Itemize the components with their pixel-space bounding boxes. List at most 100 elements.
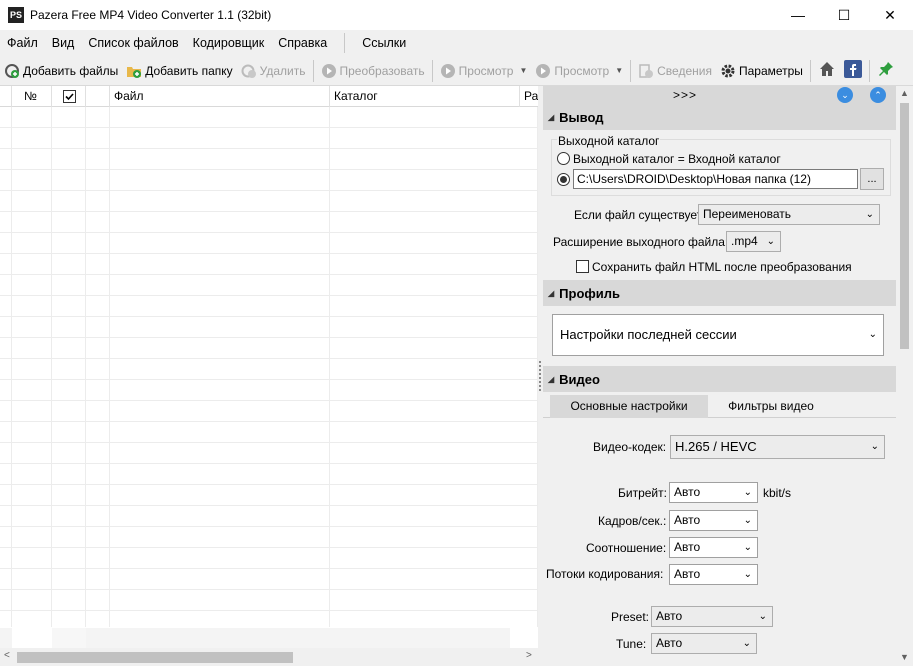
video-section-header[interactable]: ◢ Видео — [543, 366, 896, 392]
add-folder-button[interactable]: Добавить папку — [122, 58, 236, 84]
radio-same-as-input[interactable] — [557, 152, 570, 165]
window-controls: — ☐ ✕ — [775, 0, 913, 30]
preview-button-2[interactable]: Просмотр — [531, 58, 613, 84]
grid-column — [110, 107, 330, 627]
horizontal-scrollbar[interactable]: < > — [0, 648, 538, 666]
file-list-grid[interactable]: № Файл Каталог Ра — [0, 86, 538, 648]
convert-button[interactable]: Преобразовать — [317, 58, 429, 84]
facebook-button[interactable] — [840, 58, 866, 84]
codec-value: H.265 / HEVC — [675, 439, 757, 454]
expand-all-icon[interactable]: ⌃ — [870, 87, 886, 103]
table-row — [0, 169, 538, 170]
profile-section-title: Профиль — [559, 285, 620, 301]
info-button[interactable]: Сведения — [634, 58, 716, 84]
fps-select[interactable]: Авто ⌄ — [669, 510, 758, 531]
table-row — [0, 589, 538, 590]
column-header-number[interactable]: № — [12, 86, 52, 107]
scroll-down-icon[interactable]: ▼ — [900, 652, 909, 662]
radio-same-as-input-label[interactable]: Выходной каталог = Входной каталог — [573, 152, 781, 166]
tune-value: Авто — [656, 636, 683, 650]
aspect-value: Авто — [674, 540, 701, 554]
vertical-scroll-thumb[interactable] — [900, 103, 909, 349]
grid-footer-cell — [52, 628, 86, 648]
tab-video-filters[interactable]: Фильтры видео — [708, 395, 834, 418]
table-row — [0, 568, 538, 569]
if-exists-select[interactable]: Переименовать ⌄ — [698, 204, 880, 225]
grid-column — [52, 107, 86, 627]
tune-label: Tune: — [616, 637, 647, 651]
pin-button[interactable] — [873, 58, 899, 84]
output-section-header[interactable]: ◢ Вывод — [543, 104, 896, 130]
home-button[interactable] — [814, 58, 840, 84]
panel-top-bar: >>> ⌄ ⌃ — [543, 86, 896, 104]
chevron-down-icon[interactable]: ▼ — [615, 66, 623, 75]
play-icon — [535, 63, 551, 79]
extension-select[interactable]: .mp4 ⌄ — [726, 231, 781, 252]
expand-panel-button[interactable]: >>> — [673, 88, 697, 102]
table-row — [0, 400, 538, 401]
settings-label: Параметры — [738, 63, 803, 78]
tab-basic-settings[interactable]: Основные настройки — [550, 395, 708, 418]
menu-links[interactable]: Ссылки — [355, 36, 413, 50]
convert-icon — [321, 63, 337, 79]
column-header-check[interactable] — [52, 86, 86, 107]
table-row — [0, 526, 538, 527]
chevron-down-icon: ⌄ — [766, 236, 775, 247]
profile-select[interactable]: Настройки последней сессии ⌄ — [552, 314, 884, 356]
bitrate-select[interactable]: Авто ⌄ — [669, 482, 758, 503]
maximize-button[interactable]: ☐ — [821, 0, 867, 30]
menu-view[interactable]: Вид — [45, 36, 82, 50]
save-html-checkbox[interactable] — [576, 260, 589, 273]
scroll-left-icon[interactable]: < — [4, 650, 10, 661]
table-row — [0, 379, 538, 380]
menu-help[interactable]: Справка — [271, 36, 334, 50]
table-row — [0, 190, 538, 191]
menu-encoder[interactable]: Кодировщик — [186, 36, 272, 50]
toolbar-separator — [630, 59, 632, 82]
collapse-all-icon[interactable]: ⌄ — [837, 87, 853, 103]
column-header-extra[interactable]: Ра — [520, 86, 538, 107]
profile-section-header[interactable]: ◢ Профиль — [543, 280, 896, 306]
table-row — [0, 505, 538, 506]
grid-header-indicator — [0, 86, 12, 107]
aspect-select[interactable]: Авто ⌄ — [669, 537, 758, 558]
settings-button[interactable]: Параметры — [716, 58, 807, 84]
browse-button[interactable]: ... — [860, 168, 884, 190]
close-button[interactable]: ✕ — [867, 0, 913, 30]
column-header-file[interactable]: Файл — [110, 86, 330, 107]
vertical-scrollbar[interactable]: ▲ ▼ — [896, 86, 913, 666]
codec-select[interactable]: H.265 / HEVC ⌄ — [670, 435, 885, 459]
fps-label: Кадров/сек.: — [598, 514, 667, 528]
horizontal-scroll-thumb[interactable] — [17, 652, 293, 663]
settings-panel: >>> ⌄ ⌃ ◢ Вывод Выходной каталог Выходно… — [543, 86, 896, 666]
threads-select[interactable]: Авто ⌄ — [669, 564, 758, 585]
profile-value: Настройки последней сессии — [560, 327, 737, 342]
chevron-down-icon[interactable]: ▼ — [519, 66, 527, 75]
minimize-button[interactable]: — — [775, 0, 821, 30]
aspect-label: Соотношение: — [586, 541, 667, 555]
collapse-triangle-icon: ◢ — [548, 112, 555, 122]
bitrate-label: Битрейт: — [618, 486, 667, 500]
column-header-directory[interactable]: Каталог — [330, 86, 520, 107]
menu-file[interactable]: Файл — [0, 36, 45, 50]
chevron-down-icon: ⌄ — [870, 441, 879, 452]
preview-button-1[interactable]: Просмотр — [436, 58, 518, 84]
chevron-down-icon: ⌄ — [742, 638, 751, 649]
scroll-up-icon[interactable]: ▲ — [900, 88, 909, 98]
checkbox-checked-icon[interactable] — [63, 90, 76, 103]
output-dir-group-label: Выходной каталог — [557, 134, 661, 148]
remove-button[interactable]: Удалить — [237, 58, 310, 84]
collapse-triangle-icon: ◢ — [548, 374, 555, 384]
menu-file-list[interactable]: Список файлов — [81, 36, 185, 50]
threads-value: Авто — [674, 567, 701, 581]
table-row — [0, 421, 538, 422]
output-path-input[interactable]: C:\Users\DROID\Desktop\Новая папка (12) — [573, 169, 858, 189]
save-html-label[interactable]: Сохранить файл HTML после преобразования — [592, 260, 852, 274]
scroll-right-icon[interactable]: > — [526, 650, 532, 661]
table-row — [0, 358, 538, 359]
add-files-button[interactable]: Добавить файлы — [0, 58, 122, 84]
table-row — [0, 610, 538, 611]
tune-select[interactable]: Авто ⌄ — [651, 633, 757, 654]
radio-custom-dir[interactable] — [557, 173, 570, 186]
preset-select[interactable]: Авто ⌄ — [651, 606, 773, 627]
